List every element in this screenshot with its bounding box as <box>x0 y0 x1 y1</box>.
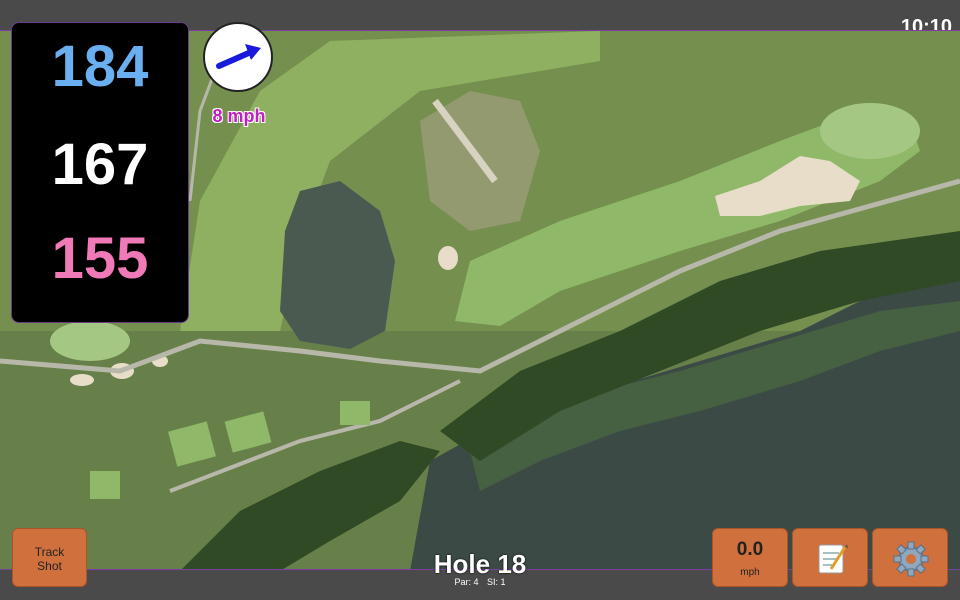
arrow-right-icon <box>216 44 261 69</box>
notepad-icon <box>818 544 848 574</box>
distance-panel: 184 167 155 <box>11 22 189 323</box>
track-shot-button[interactable]: Track Shot <box>12 528 87 587</box>
hole-title: Hole 18 <box>433 549 527 579</box>
distance-front: 155 <box>51 226 149 291</box>
hole-par: Par: 4 <box>454 577 479 587</box>
gear-icon <box>893 541 929 577</box>
distance-middle: 167 <box>51 132 149 197</box>
wind-indicator <box>203 22 273 92</box>
distance-back: 184 <box>51 34 149 99</box>
swing-speed-unit: mph <box>740 567 760 578</box>
notes-button[interactable] <box>792 528 868 587</box>
swing-speed-button[interactable]: 0.0 mph <box>712 528 788 587</box>
hole-meta: Par: 4 SI: 1 <box>380 577 580 587</box>
track-shot-label: Track Shot <box>34 545 65 573</box>
wind-speed: 8 mph <box>212 106 266 126</box>
swing-speed-value: 0.0 <box>736 539 764 560</box>
hole-si: SI: 1 <box>487 577 506 587</box>
settings-button[interactable] <box>872 528 948 587</box>
